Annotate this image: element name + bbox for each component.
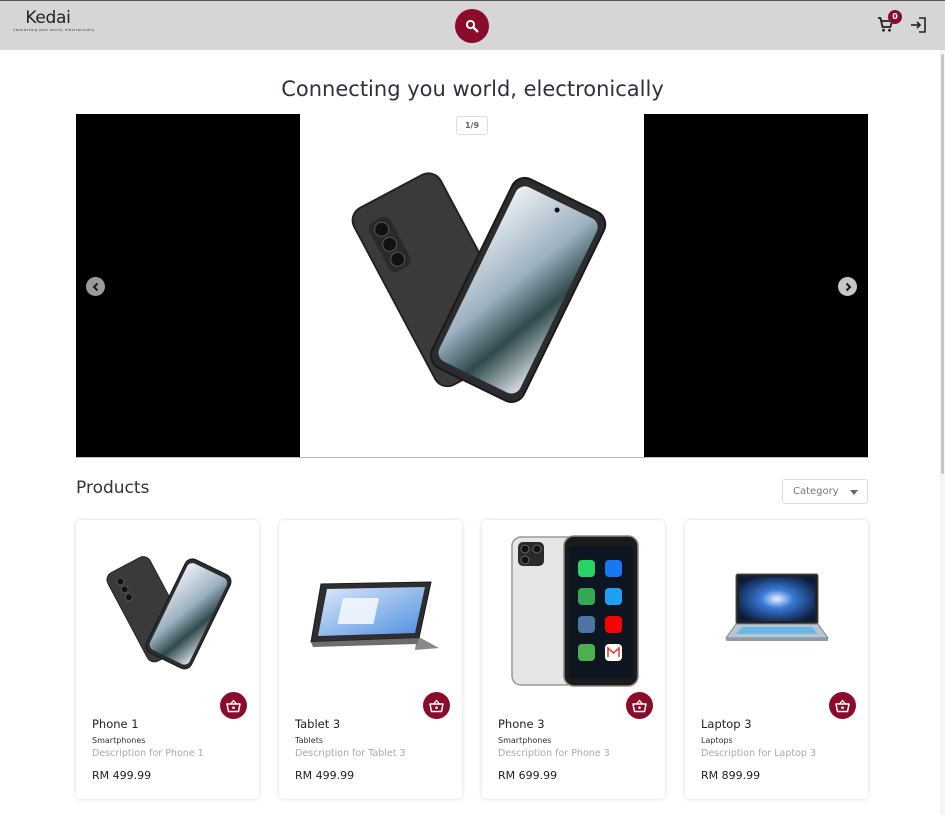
product-category: Smartphones <box>92 736 146 745</box>
category-select[interactable]: Category <box>782 479 868 504</box>
chevron-right-icon <box>845 282 851 291</box>
basket-icon <box>632 699 647 712</box>
mini-phone-image <box>511 535 639 687</box>
product-name[interactable]: Phone 3 <box>498 717 545 731</box>
product-image[interactable] <box>291 532 450 690</box>
slide-image-phone <box>351 172 607 403</box>
cart-count-badge: 0 <box>888 10 902 24</box>
tablet-image <box>310 581 439 650</box>
products-title: Products <box>76 478 150 498</box>
basket-icon <box>226 699 241 712</box>
page-scrollbar[interactable] <box>940 50 945 815</box>
product-card[interactable]: Tablet 3 Tablets Description for Tablet … <box>279 520 462 799</box>
basket-icon <box>835 699 850 712</box>
add-to-cart-button[interactable] <box>423 692 450 719</box>
product-category: Laptops <box>701 736 733 745</box>
chevron-left-icon <box>92 282 98 291</box>
hero-carousel: 1/9 <box>76 114 868 458</box>
phone-image <box>106 556 232 670</box>
basket-icon <box>429 699 444 712</box>
slide-counter: 1/9 <box>456 116 488 135</box>
site-logo[interactable]: Kedai Connecting your world, electronica… <box>13 8 95 32</box>
product-category: Tablets <box>295 736 323 745</box>
product-image[interactable] <box>494 532 653 690</box>
product-price: RM 899.99 <box>701 769 761 782</box>
add-to-cart-button[interactable] <box>220 692 247 719</box>
login-button[interactable] <box>909 15 931 37</box>
cart-button[interactable]: 0 <box>877 10 902 36</box>
product-description: Description for Phone 3 <box>498 748 610 759</box>
laptop-image <box>725 573 829 641</box>
scroll-thumb[interactable] <box>941 54 944 474</box>
search-button[interactable] <box>455 9 489 43</box>
product-description: Description for Tablet 3 <box>295 748 406 759</box>
product-name[interactable]: Tablet 3 <box>295 717 340 731</box>
product-image[interactable] <box>697 532 856 690</box>
add-to-cart-button[interactable] <box>829 692 856 719</box>
product-card[interactable]: Laptop 3 Laptops Description for Laptop … <box>685 520 868 799</box>
product-name[interactable]: Laptop 3 <box>701 717 752 731</box>
product-price: RM 699.99 <box>498 769 558 782</box>
logo-tagline: Connecting your world, electronically <box>13 28 95 32</box>
product-description: Description for Laptop 3 <box>701 748 816 759</box>
product-image[interactable] <box>88 532 247 690</box>
product-card[interactable]: Phone 3 Smartphones Description for Phon… <box>482 520 665 799</box>
product-name[interactable]: Phone 1 <box>92 717 139 731</box>
logo-name: Kedai <box>25 8 71 28</box>
product-price: RM 499.99 <box>92 769 152 782</box>
login-icon <box>911 17 926 33</box>
caret-down-icon <box>850 490 858 495</box>
add-to-cart-button[interactable] <box>626 692 653 719</box>
product-description: Description for Phone 1 <box>92 748 204 759</box>
product-category: Smartphones <box>498 736 552 745</box>
search-icon <box>465 19 479 33</box>
product-card[interactable]: Phone 1 Smartphones Description for Phon… <box>76 520 259 799</box>
top-navbar: Kedai Connecting your world, electronica… <box>0 0 945 50</box>
product-price: RM 499.99 <box>295 769 355 782</box>
carousel-slide <box>300 114 644 457</box>
carousel-next-button[interactable] <box>838 277 857 296</box>
hero-title: Connecting you world, electronically <box>281 77 664 101</box>
category-placeholder: Category <box>793 486 839 497</box>
carousel-prev-button[interactable] <box>86 277 105 296</box>
